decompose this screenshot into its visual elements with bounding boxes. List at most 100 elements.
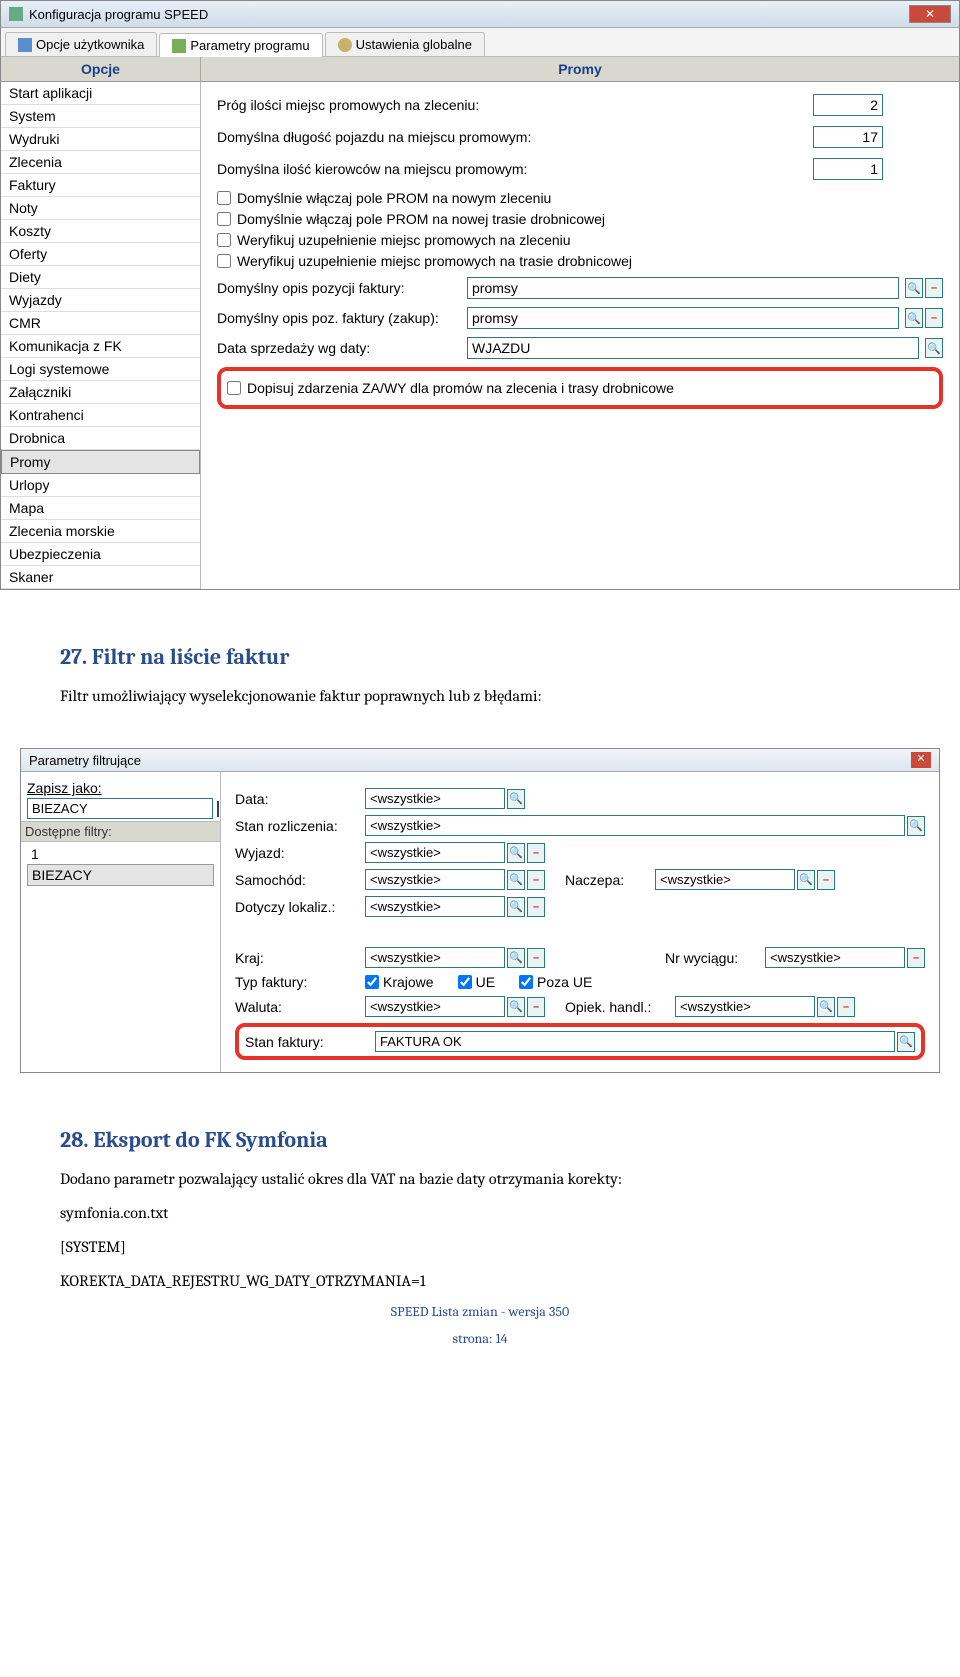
- sidebar-item[interactable]: Skaner: [1, 566, 200, 589]
- check-label: Domyślnie włączaj pole PROM na nowym zle…: [237, 190, 551, 206]
- footer-line2: strona: 14: [60, 1330, 900, 1347]
- prog-input[interactable]: [813, 94, 883, 116]
- sidebar-item[interactable]: Ubezpieczenia: [1, 543, 200, 566]
- paragraph: [SYSTEM]: [60, 1235, 900, 1259]
- nrwyc-label: Nr wyciągu:: [665, 950, 765, 966]
- check-weryfikuj-zlecenie[interactable]: [217, 233, 231, 247]
- tab-user-options[interactable]: Opcje użytkownika: [5, 32, 157, 56]
- sidebar-item[interactable]: Zlecenia: [1, 151, 200, 174]
- lookup-button[interactable]: 🔍: [507, 870, 525, 890]
- clear-button[interactable]: –: [527, 897, 545, 917]
- check-prom-zlecenie[interactable]: [217, 191, 231, 205]
- kierowcy-input[interactable]: [813, 158, 883, 180]
- clear-button[interactable]: –: [527, 948, 545, 968]
- clear-button[interactable]: –: [907, 948, 925, 968]
- lookup-button[interactable]: 🔍: [925, 338, 943, 358]
- stan-roz-label: Stan rozliczenia:: [235, 818, 365, 834]
- sidebar-item[interactable]: CMR: [1, 312, 200, 335]
- lookup-button[interactable]: 🔍: [507, 897, 525, 917]
- zapisz-label[interactable]: Zapisz jako:: [27, 780, 214, 796]
- promy-header: Promy: [201, 57, 959, 81]
- waluta-label: Waluta:: [235, 999, 365, 1015]
- opiek-input[interactable]: [675, 996, 815, 1017]
- tab-global-settings[interactable]: Ustawienia globalne: [325, 32, 485, 56]
- stan-roz-input[interactable]: [365, 815, 905, 836]
- sidebar-item[interactable]: Wyjazdy: [1, 289, 200, 312]
- clear-button[interactable]: –: [925, 308, 943, 328]
- sidebar-item[interactable]: Kontrahenci: [1, 404, 200, 427]
- clear-button[interactable]: –: [925, 278, 943, 298]
- sidebar-item[interactable]: Wydruki: [1, 128, 200, 151]
- titlebar: Konfiguracja programu SPEED ✕: [1, 1, 959, 28]
- dlugosc-input[interactable]: [813, 126, 883, 148]
- clear-button[interactable]: –: [527, 843, 545, 863]
- lookup-button[interactable]: 🔍: [907, 816, 925, 836]
- sidebar-item[interactable]: Oferty: [1, 243, 200, 266]
- clear-button[interactable]: –: [837, 997, 855, 1017]
- lookup-button[interactable]: 🔍: [905, 308, 923, 328]
- check-label: Weryfikuj uzupełnienie miejsc promowych …: [237, 253, 632, 269]
- check-label: Weryfikuj uzupełnienie miejsc promowych …: [237, 232, 571, 248]
- sidebar-item[interactable]: Komunikacja z FK: [1, 335, 200, 358]
- config-window: Konfiguracja programu SPEED ✕ Opcje użyt…: [0, 0, 960, 590]
- close-button[interactable]: ✕: [911, 752, 931, 768]
- data-sprzedazy-input[interactable]: [467, 337, 919, 359]
- sidebar-item[interactable]: Koszty: [1, 220, 200, 243]
- lookup-button[interactable]: 🔍: [817, 997, 835, 1017]
- naczepa-label: Naczepa:: [565, 872, 655, 888]
- sidebar-item[interactable]: Start aplikacji: [1, 82, 200, 105]
- clear-button[interactable]: –: [527, 997, 545, 1017]
- sidebar-item[interactable]: Załączniki: [1, 381, 200, 404]
- nrwyc-input[interactable]: [765, 947, 905, 968]
- highlight-box: Dopisuj zdarzenia ZA/WY dla promów na zl…: [217, 367, 943, 409]
- kraj-input[interactable]: [365, 947, 505, 968]
- sidebar-item[interactable]: System: [1, 105, 200, 128]
- lookup-button[interactable]: 🔍: [905, 278, 923, 298]
- sidebar-item[interactable]: Diety: [1, 266, 200, 289]
- stanfak-input[interactable]: [375, 1031, 895, 1052]
- sidebar-item[interactable]: Promy: [1, 450, 200, 474]
- lookup-button[interactable]: 🔍: [897, 1032, 915, 1052]
- lookup-button[interactable]: 🔍: [507, 997, 525, 1017]
- sidebar-item[interactable]: Faktury: [1, 174, 200, 197]
- filter-item[interactable]: BIEZACY: [27, 864, 214, 886]
- filter-item[interactable]: 1: [27, 844, 214, 864]
- lookup-button[interactable]: 🔍: [507, 948, 525, 968]
- check-poza-ue[interactable]: [519, 975, 533, 989]
- paragraph: Dodano parametr pozwalający ustalić okre…: [60, 1167, 900, 1191]
- clear-button[interactable]: –: [527, 870, 545, 890]
- save-icon[interactable]: [217, 801, 219, 817]
- dostepne-header: Dostępne filtry:: [21, 821, 220, 842]
- sidebar-item[interactable]: Zlecenia morskie: [1, 520, 200, 543]
- sidebar-item[interactable]: Drobnica: [1, 427, 200, 450]
- samochod-input[interactable]: [365, 869, 505, 890]
- tab-program-params[interactable]: Parametry programu: [159, 33, 322, 57]
- pozaue-label: Poza UE: [537, 974, 592, 990]
- waluta-input[interactable]: [365, 996, 505, 1017]
- naczepa-input[interactable]: [655, 869, 795, 890]
- sidebar-item[interactable]: Urlopy: [1, 474, 200, 497]
- lookup-button[interactable]: 🔍: [797, 870, 815, 890]
- check-prom-trasa[interactable]: [217, 212, 231, 226]
- samochod-label: Samochód:: [235, 872, 365, 888]
- paragraph: Filtr umożliwiający wyselekcjonowanie fa…: [60, 684, 900, 708]
- filter-form: Data:🔍 Stan rozliczenia:🔍 Wyjazd:🔍– Samo…: [221, 772, 939, 1072]
- lookup-button[interactable]: 🔍: [507, 789, 525, 809]
- sidebar-item[interactable]: Logi systemowe: [1, 358, 200, 381]
- opcje-header: Opcje: [1, 57, 201, 81]
- wyjazd-input[interactable]: [365, 842, 505, 863]
- data-input[interactable]: [365, 788, 505, 809]
- check-dopisuj-zdarzenia[interactable]: [227, 381, 241, 395]
- close-button[interactable]: ✕: [909, 5, 951, 23]
- dotyczy-input[interactable]: [365, 896, 505, 917]
- clear-button[interactable]: –: [817, 870, 835, 890]
- lookup-button[interactable]: 🔍: [507, 843, 525, 863]
- check-weryfikuj-trasa[interactable]: [217, 254, 231, 268]
- opis-faktury-input[interactable]: [467, 277, 899, 299]
- sidebar-item[interactable]: Noty: [1, 197, 200, 220]
- check-krajowe[interactable]: [365, 975, 379, 989]
- sidebar-item[interactable]: Mapa: [1, 497, 200, 520]
- opis-zakup-input[interactable]: [467, 307, 899, 329]
- zapisz-input[interactable]: [27, 798, 213, 819]
- check-ue[interactable]: [458, 975, 472, 989]
